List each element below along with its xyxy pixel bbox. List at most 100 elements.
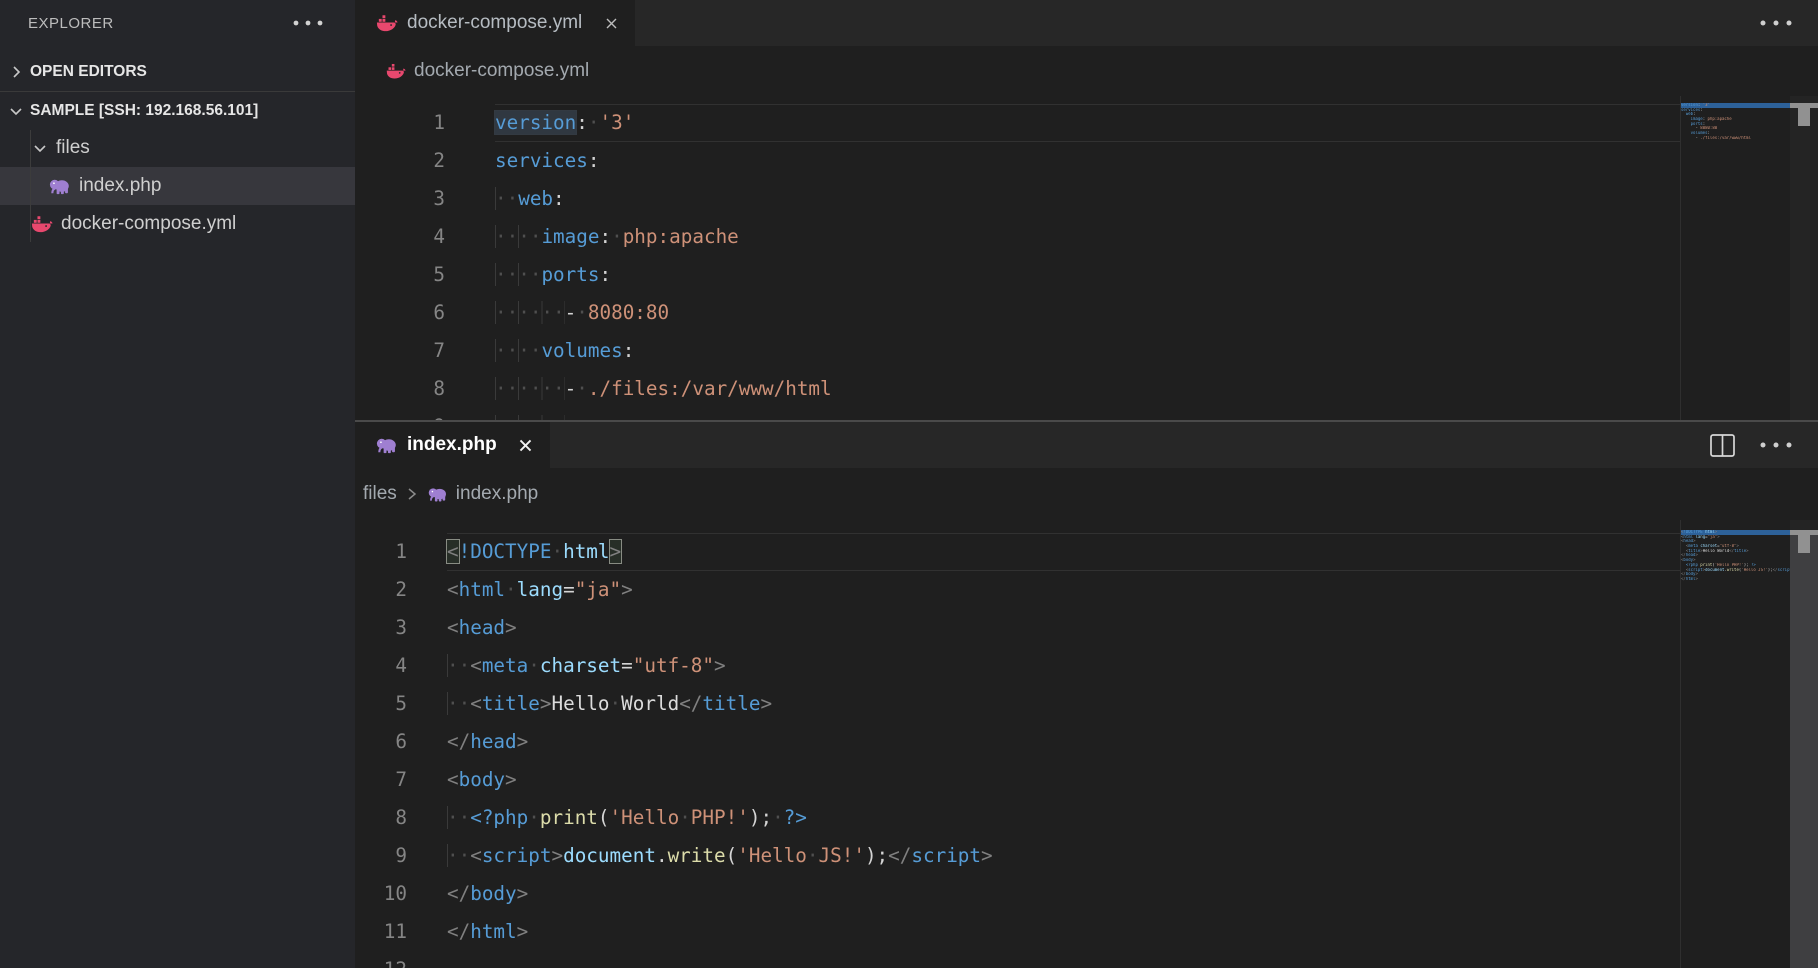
sidebar-item-docker-compose[interactable]: docker-compose.yml (0, 205, 355, 243)
code-line: 1 version:·'3' (355, 104, 1680, 142)
line-number: 7 (355, 761, 420, 799)
line-number: 5 (355, 256, 460, 294)
editor-group-bottom: index.php files (355, 422, 1818, 968)
split-editor-icon[interactable] (1709, 433, 1736, 458)
sidebar-item-files-folder[interactable]: files (0, 129, 355, 167)
chevron-right-icon (405, 486, 419, 502)
line-number: 12 (355, 951, 420, 968)
chevron-down-icon (8, 103, 24, 119)
line-number: 7 (355, 332, 460, 370)
code-line: 7 ····volumes: (355, 332, 1680, 370)
code-line-content: ··<?php·print('Hello·PHP!');·?> (447, 799, 1680, 837)
scrollbar-track[interactable] (1790, 530, 1818, 968)
docker-whale-icon (385, 61, 406, 82)
breadcrumb-item-file[interactable]: docker-compose.yml (385, 60, 589, 82)
code-area[interactable]: 1version:·'3'2services:3··web:4····image… (355, 96, 1680, 420)
breadcrumb-item-folder[interactable]: files (363, 483, 397, 505)
scrollbar-thumb[interactable] (1798, 535, 1810, 553)
code-line: 5··<title>Hello·World</title> (355, 685, 1680, 723)
sidebar-item-index-php[interactable]: index.php (0, 167, 355, 205)
code-line: 10 </body> (355, 875, 1680, 913)
tab-index-php[interactable]: index.php (355, 422, 550, 468)
open-editors-label: OPEN EDITORS (30, 63, 147, 81)
docker-whale-icon (375, 12, 398, 35)
line-number: 10 (355, 875, 420, 913)
tab-docker-compose[interactable]: docker-compose.yml (355, 0, 635, 46)
chevron-down-icon (32, 140, 48, 156)
php-elephant-icon (48, 175, 71, 198)
tree-indent-guide (30, 130, 31, 242)
code-line: 1 <!DOCTYPE·html> (355, 533, 1680, 571)
code-line-content: ··<script>document.write('Hello·JS!');</… (447, 837, 1680, 875)
code-line-content: <html·lang="ja"> (447, 571, 1680, 609)
explorer-actions-ellipsis-icon[interactable] (291, 18, 325, 28)
breadcrumb: files (355, 468, 1818, 520)
breadcrumb-label: docker-compose.yml (414, 60, 589, 82)
code-line: 11 </html> (355, 913, 1680, 951)
code-area[interactable]: 1 <!DOCTYPE·html> 2 <html·lang="ja">3<head>… (355, 520, 1680, 968)
minimap[interactable]: <!DOCTYPE html><html lang="ja"><head> <m… (1680, 520, 1790, 968)
code-line-content: ··<meta·charset="utf-8"> (447, 647, 1680, 685)
code-line-content: ······-·./files:/var/www/html (495, 370, 1680, 408)
code-line-content: ······-·8080:80 (495, 294, 1680, 332)
code-line: 6</head> (355, 723, 1680, 761)
php-elephant-icon (427, 484, 448, 505)
code-line: 7<body> (355, 761, 1680, 799)
more-actions-ellipsis-icon[interactable] (1758, 440, 1794, 450)
code-line: 3<head> (355, 609, 1680, 647)
line-number: 6 (355, 294, 460, 332)
code-line-content: ····volumes: (495, 332, 1680, 370)
explorer-title: EXPLORER (28, 15, 114, 32)
code-line: 9······ (355, 408, 1680, 420)
code-line: 4····image:·php:apache (355, 218, 1680, 256)
line-number: 9 (355, 408, 460, 420)
code-line-content: ····image:·php:apache (495, 218, 1680, 256)
line-number: 8 (355, 370, 460, 408)
code-line: 4··<meta·charset="utf-8"> (355, 647, 1680, 685)
scrollbar-thumb[interactable] (1798, 108, 1810, 126)
more-actions-ellipsis-icon[interactable] (1758, 18, 1794, 28)
code-line: 6 ······-·8080:80 (355, 294, 1680, 332)
code-line-content: services: (495, 142, 1680, 180)
tabbar-bottom: index.php (355, 422, 1818, 468)
code-line-content: <!DOCTYPE·html> (447, 533, 1680, 571)
line-number: 5 (355, 685, 420, 723)
code-line: 8 ··<?php·print('Hello·PHP!');·?> (355, 799, 1680, 837)
code-line-content: version:·'3' (495, 104, 1680, 142)
tabbar-top: docker-compose.yml (355, 0, 1818, 46)
editor-group-top: docker-compose.yml (355, 0, 1818, 420)
breadcrumb: docker-compose.yml (355, 46, 1818, 96)
editor-actions-top (1758, 0, 1794, 46)
folder-label: files (56, 137, 90, 159)
open-editors-section-header[interactable]: OPEN EDITORS (0, 53, 355, 91)
minimap[interactable]: version: '3'services: web: image: php:ap… (1680, 96, 1790, 420)
line-number: 8 (355, 799, 420, 837)
code-line-content: </body> (447, 875, 1680, 913)
line-number: 1 (355, 104, 460, 142)
breadcrumb-label: files (363, 483, 397, 505)
workspace-section-header[interactable]: SAMPLE [SSH: 192.168.56.101] (0, 91, 355, 129)
line-number: 11 (355, 913, 420, 951)
code-line-content: ····ports: (495, 256, 1680, 294)
line-number: 2 (355, 571, 420, 609)
explorer-sidebar: EXPLORER OPEN EDITORS SAMPLE [SSH: 192.1… (0, 0, 355, 968)
close-icon[interactable] (599, 11, 623, 35)
editor-php: 1 <!DOCTYPE·html> 2 <html·lang="ja">3<head>… (355, 520, 1818, 968)
line-number: 3 (355, 180, 460, 218)
scrollbar[interactable] (1790, 520, 1818, 968)
docker-whale-icon (30, 213, 53, 236)
editor-actions-bottom (1709, 422, 1794, 468)
code-line-content: </html> (447, 913, 1680, 951)
close-icon[interactable] (514, 433, 538, 457)
code-line-content: ··web: (495, 180, 1680, 218)
code-line: 12 (355, 951, 1680, 968)
php-elephant-icon (375, 434, 398, 457)
code-line: 8 ······-·./files:/var/www/html (355, 370, 1680, 408)
chevron-right-icon (8, 64, 24, 80)
line-number: 9 (355, 837, 420, 875)
minimap-line (1681, 582, 1790, 587)
line-number: 1 (355, 533, 420, 571)
breadcrumb-label: index.php (456, 483, 538, 505)
breadcrumb-item-file[interactable]: index.php (427, 483, 538, 505)
scrollbar[interactable] (1790, 96, 1818, 420)
